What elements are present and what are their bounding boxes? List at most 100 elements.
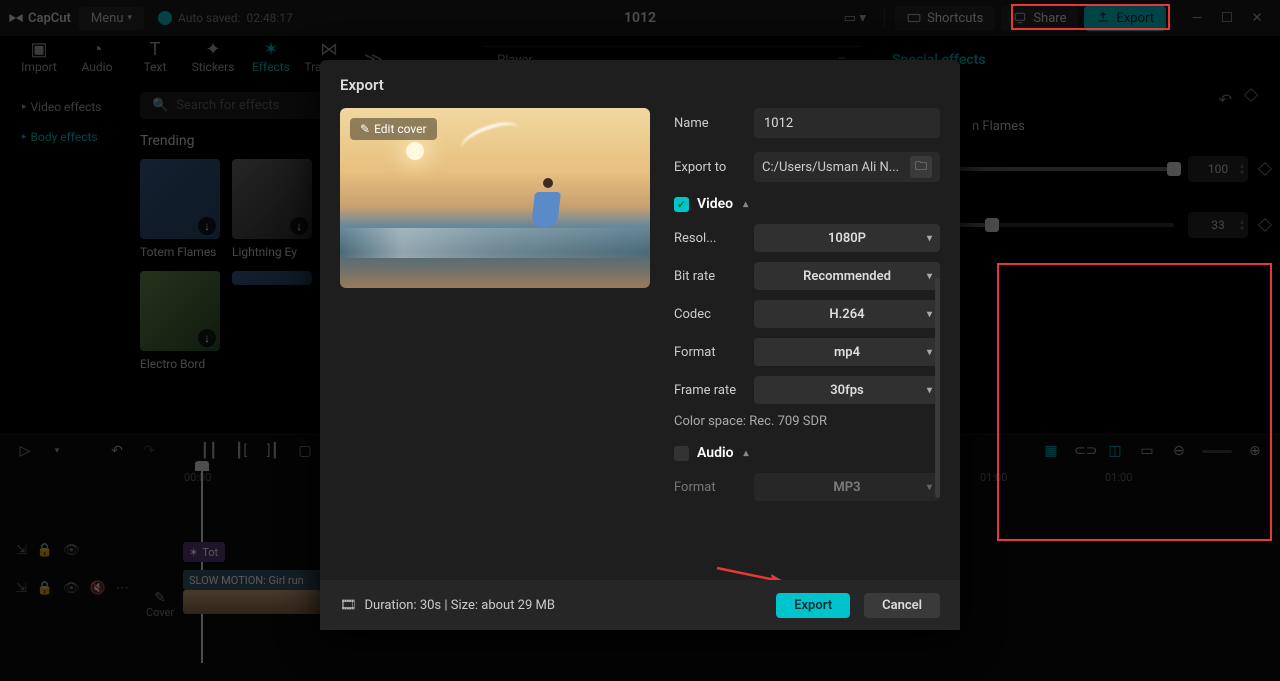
video-clip[interactable] — [183, 590, 321, 614]
lock-icon[interactable]: 🔒 — [37, 581, 53, 596]
framerate-label: Frame rate — [674, 383, 754, 398]
playhead[interactable] — [201, 463, 203, 663]
scrollbar[interactable] — [935, 278, 940, 504]
collapse-icon[interactable]: ⇲ — [16, 581, 27, 596]
project-title: 1012 — [624, 10, 656, 26]
autosave-status: ✓ Auto saved: 02:48:17 — [158, 11, 293, 25]
cover-button[interactable]: ✎Cover — [140, 590, 180, 619]
chevron-down-icon[interactable]: ▾ — [48, 446, 66, 456]
sidebar-video-effects[interactable]: ▸Video effects — [12, 92, 134, 122]
keyboard-icon — [907, 11, 921, 25]
text-icon: T — [126, 38, 184, 60]
audio-format-label: Format — [674, 480, 754, 495]
slider-1-value[interactable]: 100▴▾ — [1188, 156, 1248, 182]
format-label: Format — [674, 345, 754, 360]
bitrate-select[interactable]: Recommended▾ — [754, 262, 940, 290]
lock-icon[interactable]: 🔒 — [37, 543, 53, 558]
split-icon[interactable]: ┃┃ — [200, 443, 218, 459]
import-icon: ▣ — [10, 38, 68, 60]
codec-label: Codec — [674, 307, 754, 322]
tool-effects[interactable]: ✶Effects — [242, 36, 300, 74]
transitions-icon: ⋈ — [300, 38, 358, 60]
more-icon[interactable]: ⋯ — [116, 581, 129, 596]
export-button-top[interactable]: Export — [1084, 6, 1166, 31]
search-icon: 🔍 — [152, 98, 168, 113]
close-button[interactable]: ✕ — [1242, 3, 1272, 33]
exportto-path[interactable]: C:/Users/Usman Ali N... 🗀 — [754, 152, 940, 182]
audio-icon: ◔ — [68, 38, 126, 60]
tl-opt-4[interactable]: ▭ — [1138, 443, 1156, 459]
undo-icon[interactable]: ↶ — [108, 443, 126, 459]
export-confirm-button[interactable]: Export — [776, 593, 850, 618]
folder-icon[interactable]: 🗀 — [910, 156, 932, 178]
tl-opt-2[interactable]: ⊂⊃ — [1074, 443, 1092, 459]
split-left-icon[interactable]: ┃[ — [232, 443, 250, 459]
video-checkbox[interactable]: ✓ — [674, 197, 689, 212]
sidebar-body-effects[interactable]: ▸Body effects — [12, 122, 134, 152]
minimize-button[interactable]: — — [1182, 3, 1212, 33]
menu-button[interactable]: Menu▾ — [79, 7, 144, 30]
pointer-icon[interactable]: ▷ — [16, 443, 34, 459]
fx-clip[interactable]: ✶ Tot — [183, 542, 225, 562]
redo-icon[interactable]: ↷ — [140, 443, 158, 459]
chevron-down-icon: ▾ — [927, 385, 932, 396]
format-select[interactable]: mp4▾ — [754, 338, 940, 366]
shortcuts-button[interactable]: Shortcuts — [895, 6, 995, 31]
exportto-label: Export to — [674, 160, 754, 175]
delete-icon[interactable]: ▢ — [296, 443, 314, 459]
maximize-button[interactable]: ☐ — [1212, 3, 1242, 33]
export-dialog: Export ✎ Edit cover Name Export to — [320, 60, 960, 630]
framerate-select[interactable]: 30fps▾ — [754, 376, 940, 404]
colorspace-text: Color space: Rec. 709 SDR — [674, 414, 940, 429]
app-logo: CapCut — [8, 10, 71, 26]
export-icon — [1096, 11, 1110, 25]
cancel-button[interactable]: Cancel — [864, 593, 940, 618]
effect-thumb[interactable]: ↓Totem Flames — [140, 159, 220, 259]
undo-icon[interactable]: ↶ — [1219, 90, 1232, 109]
tool-import[interactable]: ▣Import — [10, 36, 68, 74]
share-button[interactable]: Share — [1001, 6, 1078, 31]
chevron-down-icon: ▾ — [927, 309, 932, 320]
tool-text[interactable]: TText — [126, 36, 184, 74]
split-right-icon[interactable]: ]┃ — [264, 443, 282, 459]
video-section-header[interactable]: ✓ Video ▴ — [674, 196, 940, 212]
caret-up-icon: ▴ — [744, 448, 749, 459]
video-clip-label[interactable]: SLOW MOTION: Girl run — [183, 570, 323, 590]
dialog-title: Export — [320, 60, 960, 108]
chevron-down-icon: ▾ — [927, 482, 932, 493]
caret-up-icon: ▴ — [743, 199, 748, 210]
resolution-select[interactable]: 1080P▾ — [754, 224, 940, 252]
codec-select[interactable]: H.264▾ — [754, 300, 940, 328]
download-icon[interactable]: ↓ — [198, 217, 216, 235]
audio-section-header[interactable]: ✓ Audio ▴ — [674, 445, 940, 461]
layout-icon[interactable]: ▭ ▾ — [836, 7, 875, 30]
tool-audio[interactable]: ◔Audio — [68, 36, 126, 74]
zoom-out-icon[interactable]: ⊖ — [1170, 443, 1188, 459]
audio-checkbox[interactable]: ✓ — [674, 446, 689, 461]
keyframe-icon[interactable] — [1258, 218, 1272, 232]
keyframe-icon[interactable] — [1258, 162, 1272, 176]
mute-icon[interactable]: 🔇 — [90, 581, 106, 596]
collapse-icon[interactable]: ⇲ — [16, 543, 27, 558]
zoom-slider[interactable] — [1202, 450, 1232, 453]
pencil-icon: ✎ — [140, 590, 180, 606]
tool-stickers[interactable]: ✦Stickers — [184, 36, 242, 74]
download-icon[interactable]: ↓ — [198, 329, 216, 347]
effect-thumb[interactable]: ↓Electro Bord — [140, 271, 220, 371]
eye-icon[interactable]: 👁 — [63, 581, 80, 596]
eye-icon[interactable]: 👁 — [63, 543, 80, 558]
download-icon[interactable]: ↓ — [290, 217, 308, 235]
audio-format-select[interactable]: MP3▾ — [754, 473, 940, 501]
effect-thumb[interactable]: ↓Lightning Ey — [232, 159, 312, 259]
tl-opt-1[interactable]: ▦ — [1042, 443, 1060, 459]
slider-2-value[interactable]: 33▴▾ — [1188, 212, 1248, 238]
tl-opt-3[interactable]: ◫ — [1106, 443, 1124, 459]
chevron-down-icon: ▾ — [927, 347, 932, 358]
zoom-in-icon[interactable]: ⊕ — [1246, 443, 1264, 459]
name-input[interactable] — [754, 108, 940, 138]
check-icon: ✓ — [158, 11, 172, 25]
effect-thumb[interactable] — [232, 271, 312, 371]
edit-cover-button[interactable]: ✎ Edit cover — [350, 118, 437, 140]
pencil-icon: ✎ — [360, 122, 370, 136]
keyframe-icon[interactable] — [1244, 88, 1258, 102]
